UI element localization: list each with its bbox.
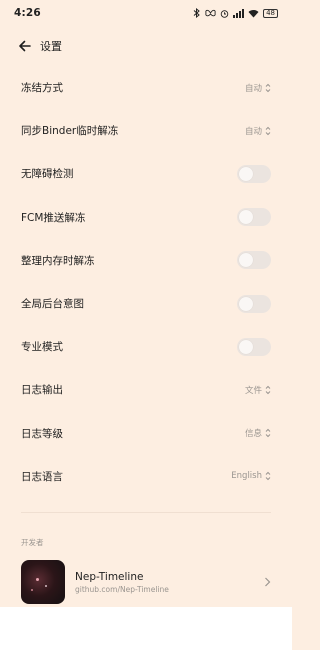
setting-value: 信息	[244, 429, 262, 440]
setting-log-output[interactable]: 日志输出 文件	[0, 368, 292, 411]
updown-chevron-icon	[265, 83, 271, 92]
alarm-icon	[220, 9, 229, 18]
developer-info: Nep-Timeline github.com/Nep-Timeline	[75, 571, 264, 594]
bluetooth-icon	[193, 8, 200, 18]
updown-chevron-icon	[265, 472, 271, 481]
page-title: 设置	[40, 40, 62, 53]
setting-value: 文件	[244, 385, 262, 396]
status-icons: 48	[193, 8, 278, 18]
toggle-switch[interactable]	[237, 251, 271, 270]
setting-binder-unfreeze[interactable]: 同步Binder临时解冻 自动	[0, 109, 292, 152]
setting-label: 专业模式	[21, 341, 63, 354]
developer-card[interactable]: Nep-Timeline github.com/Nep-Timeline	[21, 557, 271, 607]
setting-fcm-unfreeze[interactable]: FCM推送解冻	[0, 196, 292, 239]
toggle-switch[interactable]	[237, 208, 271, 227]
developer-avatar	[21, 560, 65, 604]
developer-name: Nep-Timeline	[75, 570, 144, 583]
setting-label: 日志等级	[21, 427, 63, 440]
toggle-switch[interactable]	[237, 337, 271, 356]
setting-label: 同步Binder临时解冻	[21, 125, 119, 138]
chevron-right-icon	[265, 577, 271, 587]
battery-level: 48	[266, 8, 275, 17]
setting-label: FCM推送解冻	[21, 211, 86, 224]
wifi-icon	[248, 9, 259, 17]
back-arrow-icon[interactable]	[18, 39, 32, 53]
setting-select[interactable]: 信息	[245, 427, 271, 439]
updown-chevron-icon	[265, 126, 271, 135]
setting-value: 自动	[244, 83, 262, 94]
setting-label: 全局后台意图	[21, 298, 84, 311]
setting-select[interactable]: 自动	[245, 125, 271, 137]
header: 设置	[18, 36, 62, 56]
setting-accessibility-check[interactable]: 无障碍检测	[0, 152, 292, 195]
setting-pro-mode[interactable]: 专业模式	[0, 325, 292, 368]
setting-log-language[interactable]: 日志语言 English	[0, 455, 292, 498]
setting-select[interactable]: 文件	[245, 384, 271, 396]
section-divider	[21, 512, 271, 513]
setting-freeze-mode[interactable]: 冻结方式 自动	[0, 66, 292, 109]
setting-label: 日志语言	[21, 470, 63, 483]
status-bar: 4:26 48	[0, 0, 292, 26]
setting-value: English	[231, 471, 262, 482]
developer-url: github.com/Nep-Timeline	[75, 584, 169, 594]
toggle-switch[interactable]	[237, 164, 271, 183]
settings-list: 冻结方式 自动 同步Binder临时解冻 自动 无障碍检测 FCM推送解冻 整理…	[0, 66, 292, 498]
updown-chevron-icon	[265, 428, 271, 438]
bottom-area	[0, 607, 292, 650]
setting-label: 整理内存时解冻	[21, 254, 95, 267]
battery-icon: 48	[263, 8, 278, 18]
setting-log-level[interactable]: 日志等级 信息	[0, 412, 292, 455]
developer-section-label: 开发者	[21, 538, 44, 547]
setting-select[interactable]: 自动	[245, 82, 271, 94]
setting-select[interactable]: English	[231, 471, 271, 481]
updown-chevron-icon	[265, 385, 271, 395]
toggle-switch[interactable]	[237, 294, 271, 313]
status-time: 4:26	[14, 7, 41, 19]
setting-value: 自动	[244, 126, 262, 137]
setting-memory-unfreeze[interactable]: 整理内存时解冻	[0, 239, 292, 282]
setting-label: 冻结方式	[21, 82, 63, 95]
setting-label: 无障碍检测	[21, 168, 74, 181]
setting-global-background-intent[interactable]: 全局后台意图	[0, 282, 292, 325]
butterfly-icon	[205, 9, 216, 16]
signal-icon	[233, 8, 245, 18]
setting-label: 日志输出	[21, 384, 63, 397]
